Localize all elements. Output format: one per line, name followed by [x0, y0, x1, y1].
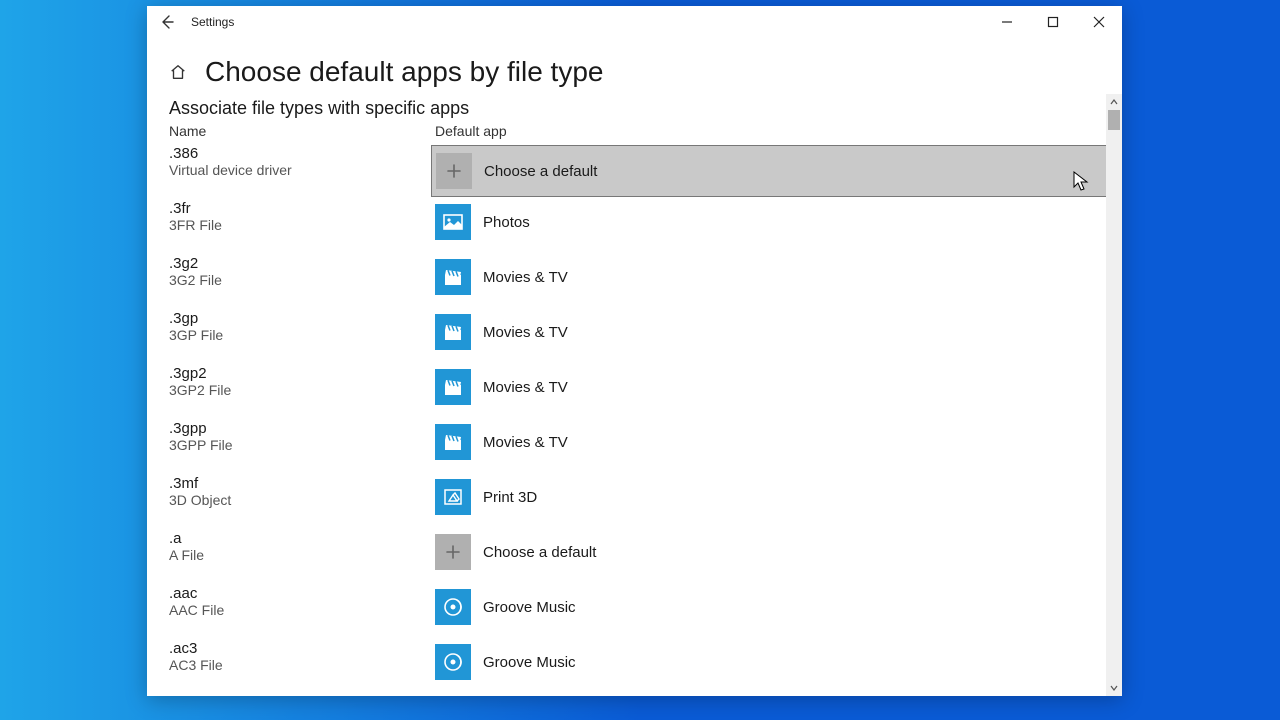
file-type-description: Virtual device driver [169, 162, 435, 178]
plus-icon [436, 153, 472, 189]
window-title: Settings [191, 15, 234, 29]
file-type-description: A File [169, 547, 435, 563]
file-type-row: .aA File Choose a default [169, 530, 1122, 584]
default-app-label: Movies & TV [483, 324, 568, 341]
page-title: Choose default apps by file type [205, 56, 603, 88]
settings-window: Settings Choose default apps by file typ… [147, 6, 1122, 696]
file-type-cell: .3mf3D Object [169, 475, 435, 508]
file-type-description: 3G2 File [169, 272, 435, 288]
default-app-button[interactable]: Groove Music [435, 585, 1122, 629]
default-app-button[interactable]: Movies & TV [435, 365, 1122, 409]
default-app-label: Print 3D [483, 489, 537, 506]
file-type-description: 3GP File [169, 327, 435, 343]
default-app-label: Movies & TV [483, 269, 568, 286]
minimize-icon [1001, 16, 1013, 28]
movies-tv-icon [435, 259, 471, 295]
file-type-cell: .3g23G2 File [169, 255, 435, 288]
file-extension: .a [169, 530, 435, 547]
file-type-cell: .3fr3FR File [169, 200, 435, 233]
file-extension: .3g2 [169, 255, 435, 272]
default-app-label: Choose a default [484, 163, 597, 180]
file-type-cell: .386Virtual device driver [169, 145, 435, 178]
maximize-button[interactable] [1030, 6, 1076, 38]
close-button[interactable] [1076, 6, 1122, 38]
maximize-icon [1047, 16, 1059, 28]
file-extension: .ac3 [169, 640, 435, 657]
default-app-button[interactable]: Choose a default [435, 530, 1122, 574]
titlebar: Settings [147, 6, 1122, 38]
home-icon[interactable] [169, 63, 187, 81]
default-app-button[interactable]: Movies & TV [435, 310, 1122, 354]
file-type-row: .3gpp3GPP File Movies & TV [169, 420, 1122, 474]
movies-tv-icon [435, 424, 471, 460]
minimize-button[interactable] [984, 6, 1030, 38]
file-extension: .386 [169, 145, 435, 162]
file-type-row: .3gp23GP2 File Movies & TV [169, 365, 1122, 419]
groove-music-icon [435, 644, 471, 680]
column-header-name: Name [169, 123, 435, 139]
file-type-cell: .ac3AC3 File [169, 640, 435, 673]
file-extension: .3mf [169, 475, 435, 492]
file-type-row: .3mf3D Object Print 3D [169, 475, 1122, 529]
file-extension: .3gp2 [169, 365, 435, 382]
file-type-description: 3GPP File [169, 437, 435, 453]
file-type-cell: .3gp23GP2 File [169, 365, 435, 398]
back-arrow-icon [159, 14, 175, 30]
window-body: Choose default apps by file type Associa… [147, 38, 1122, 696]
default-app-button[interactable]: Movies & TV [435, 420, 1122, 464]
file-extension: .aac [169, 585, 435, 602]
chevron-up-icon [1109, 97, 1119, 107]
window-controls [984, 6, 1122, 38]
default-app-button[interactable]: Groove Music [435, 640, 1122, 684]
file-type-row: .3fr3FR File Photos [169, 200, 1122, 254]
file-extension: .3gp [169, 310, 435, 327]
chevron-down-icon [1109, 683, 1119, 693]
file-type-row: .aacAAC File Groove Music [169, 585, 1122, 639]
default-app-label: Groove Music [483, 654, 576, 671]
file-extension: .3fr [169, 200, 435, 217]
page-subtitle: Associate file types with specific apps [169, 98, 1122, 119]
file-type-cell: .3gp3GP File [169, 310, 435, 343]
file-type-cell: .3gpp3GPP File [169, 420, 435, 453]
file-type-row: .3g23G2 File Movies & TV [169, 255, 1122, 309]
file-type-cell: .aA File [169, 530, 435, 563]
file-type-description: 3GP2 File [169, 382, 435, 398]
file-type-row: .ac3AC3 File Groove Music [169, 640, 1122, 694]
file-type-list: .386Virtual device driver Choose a defaul… [169, 145, 1122, 694]
back-button[interactable] [147, 6, 187, 38]
groove-music-icon [435, 589, 471, 625]
default-app-button[interactable]: Print 3D [435, 475, 1122, 519]
default-app-label: Movies & TV [483, 434, 568, 451]
photos-icon [435, 204, 471, 240]
file-type-row: .386Virtual device driver Choose a defaul… [169, 145, 1122, 199]
column-header-app: Default app [435, 123, 507, 139]
close-icon [1093, 16, 1105, 28]
file-type-row: .3gp3GP File Movies & TV [169, 310, 1122, 364]
content-area: Choose default apps by file type Associa… [147, 38, 1122, 696]
file-type-description: AAC File [169, 602, 435, 618]
file-type-description: 3FR File [169, 217, 435, 233]
scroll-down-button[interactable] [1106, 680, 1122, 696]
vertical-scrollbar[interactable] [1106, 94, 1122, 696]
scroll-thumb[interactable] [1108, 110, 1120, 130]
file-type-description: 3D Object [169, 492, 435, 508]
heading-row: Choose default apps by file type [169, 56, 1122, 88]
default-app-button[interactable]: Photos [435, 200, 1122, 244]
column-headers: Name Default app [169, 123, 1122, 139]
default-app-label: Movies & TV [483, 379, 568, 396]
movies-tv-icon [435, 369, 471, 405]
file-type-description: AC3 File [169, 657, 435, 673]
default-app-label: Photos [483, 214, 530, 231]
movies-tv-icon [435, 314, 471, 350]
default-app-button[interactable]: Choose a default [431, 145, 1108, 197]
default-app-label: Choose a default [483, 544, 596, 561]
plus-icon [435, 534, 471, 570]
default-app-label: Groove Music [483, 599, 576, 616]
scroll-up-button[interactable] [1106, 94, 1122, 110]
default-app-button[interactable]: Movies & TV [435, 255, 1122, 299]
print-3d-icon [435, 479, 471, 515]
file-extension: .3gpp [169, 420, 435, 437]
file-type-cell: .aacAAC File [169, 585, 435, 618]
